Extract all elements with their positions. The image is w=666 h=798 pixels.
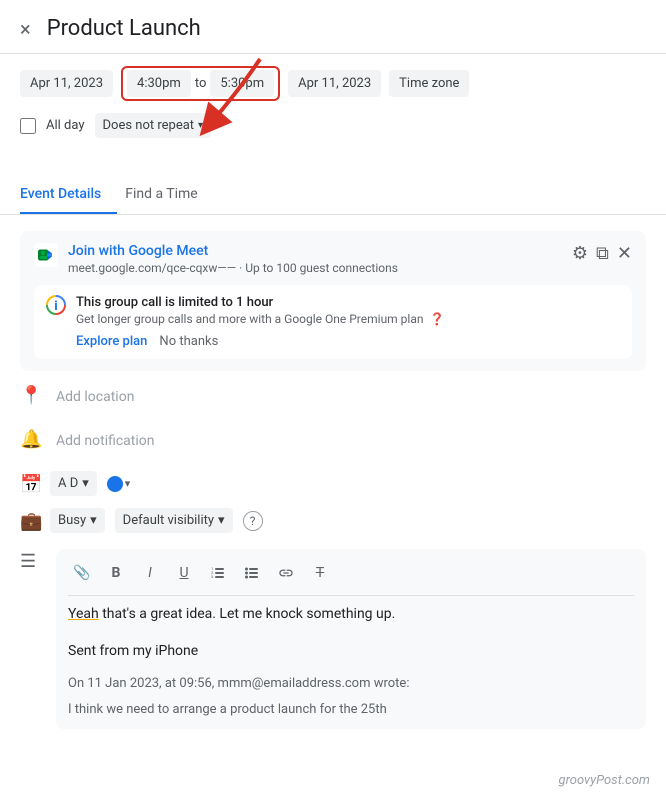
calendar-selector[interactable]: A D ▾: [50, 471, 97, 496]
warning-desc: Get longer group calls and more with a G…: [76, 312, 620, 326]
no-thanks-button[interactable]: No thanks: [159, 334, 218, 349]
page-title: Product Launch: [47, 16, 646, 41]
tabs-row: Event Details Find a Time: [0, 176, 666, 215]
end-date-chip[interactable]: Apr 11, 2023: [288, 70, 381, 97]
calendar-dropdown-arrow-icon: ▾: [82, 476, 89, 491]
explore-plan-link[interactable]: Explore plan: [76, 334, 147, 349]
tab-event-details[interactable]: Event Details: [20, 176, 117, 214]
help-circle-icon[interactable]: ❓: [429, 312, 444, 326]
start-time-chip[interactable]: 4:30pm: [127, 70, 191, 97]
italic-button[interactable]: I: [136, 559, 164, 587]
warning-info-icon: i: [46, 295, 66, 315]
meet-card: Join with Google Meet meet.google.com/qc…: [20, 231, 646, 371]
editor-toolbar: 📎 B I U 1. 2. 3.: [68, 559, 634, 596]
notification-row: 🔔 Add notification: [0, 419, 666, 463]
svg-text:3.: 3.: [211, 574, 214, 579]
meet-url: meet.google.com/qce-cqxw—— · Up to 100 g…: [68, 261, 562, 275]
location-row: 📍 Add location: [0, 375, 666, 419]
meet-close-icon[interactable]: ✕: [617, 243, 632, 264]
color-picker-button[interactable]: ▾: [107, 476, 131, 492]
ordered-list-button[interactable]: 1. 2. 3.: [204, 559, 232, 587]
calendar-name: A D: [58, 476, 78, 491]
event-content: Join with Google Meet meet.google.com/qc…: [0, 215, 666, 749]
color-dropdown-arrow-icon: ▾: [125, 477, 131, 490]
status-row: 💼 Busy ▾ Default visibility ▾ ?: [0, 504, 666, 541]
visibility-dropdown[interactable]: Default visibility ▾: [115, 508, 233, 533]
email-sender-line: On 11 Jan 2023, at 09:56, mmm@emailaddre…: [68, 674, 634, 694]
event-color-dot: [107, 476, 123, 492]
close-button[interactable]: ×: [20, 19, 31, 39]
calendar-row: 📅 A D ▾ ▾: [0, 463, 666, 504]
start-date-chip[interactable]: Apr 11, 2023: [20, 70, 113, 97]
calendar-icon: 📅: [20, 474, 40, 495]
busy-arrow-icon: ▾: [90, 513, 97, 528]
strikethrough-button[interactable]: T: [306, 559, 334, 587]
warning-title: This group call is limited to 1 hour: [76, 295, 620, 310]
time-separator: to: [195, 76, 207, 91]
unordered-list-button[interactable]: [238, 559, 266, 587]
briefcase-icon: 💼: [20, 511, 40, 532]
location-input[interactable]: Add location: [56, 383, 134, 411]
location-icon: 📍: [20, 385, 40, 406]
link-button[interactable]: [272, 559, 300, 587]
time-block: 4:30pm to 5:30pm: [121, 66, 280, 101]
busy-label: Busy: [58, 513, 86, 528]
visibility-arrow-icon: ▾: [218, 513, 225, 528]
repeat-dropdown[interactable]: Does not repeat ▾: [95, 113, 212, 138]
end-time-chip[interactable]: 5:30pm: [210, 70, 274, 97]
repeat-arrow-icon: ▾: [198, 120, 203, 131]
tab-find-a-time[interactable]: Find a Time: [125, 176, 214, 214]
description-row: ☰ 📎 B I U 1. 2. 3.: [0, 541, 666, 737]
meet-settings-icon[interactable]: ⚙: [572, 243, 588, 264]
google-meet-logo: [34, 243, 58, 267]
svg-text:i: i: [54, 299, 57, 314]
warning-links: Explore plan No thanks: [76, 334, 620, 349]
underline-button[interactable]: U: [170, 559, 198, 587]
watermark: groovyPost.com: [559, 773, 650, 788]
attach-button[interactable]: 📎: [68, 559, 96, 587]
bold-button[interactable]: B: [102, 559, 130, 587]
description-editor[interactable]: 📎 B I U 1. 2. 3.: [56, 549, 646, 729]
timezone-chip[interactable]: Time zone: [389, 70, 469, 97]
description-content[interactable]: Yeah that's a great idea. Let me knock s…: [68, 604, 634, 719]
notification-input[interactable]: Add notification: [56, 427, 155, 455]
repeat-label: Does not repeat: [103, 118, 195, 133]
allday-label: All day: [46, 118, 85, 133]
allday-checkbox[interactable]: [20, 118, 36, 134]
email-body-line: I think we need to arrange a product lau…: [68, 700, 634, 720]
busy-status-dropdown[interactable]: Busy ▾: [50, 508, 105, 533]
meet-join-link[interactable]: Join with Google Meet: [68, 243, 562, 259]
meet-copy-icon[interactable]: ⧉: [596, 243, 609, 264]
meet-actions: ⚙ ⧉ ✕: [572, 243, 632, 264]
email-sent-from: Sent from my iPhone: [68, 641, 634, 662]
description-icon: ☰: [20, 551, 40, 572]
text-body: that's a great idea. Let me knock someth…: [99, 606, 396, 622]
warning-text: This group call is limited to 1 hour Get…: [76, 295, 620, 349]
visibility-help-icon[interactable]: ?: [243, 511, 263, 531]
text-highlighted: Yeah: [68, 606, 99, 622]
visibility-label: Default visibility: [123, 513, 214, 528]
notification-icon: 🔔: [20, 429, 40, 450]
meet-warning: i This group call is limited to 1 hour G…: [34, 285, 632, 359]
meet-info: Join with Google Meet meet.google.com/qc…: [68, 243, 562, 275]
